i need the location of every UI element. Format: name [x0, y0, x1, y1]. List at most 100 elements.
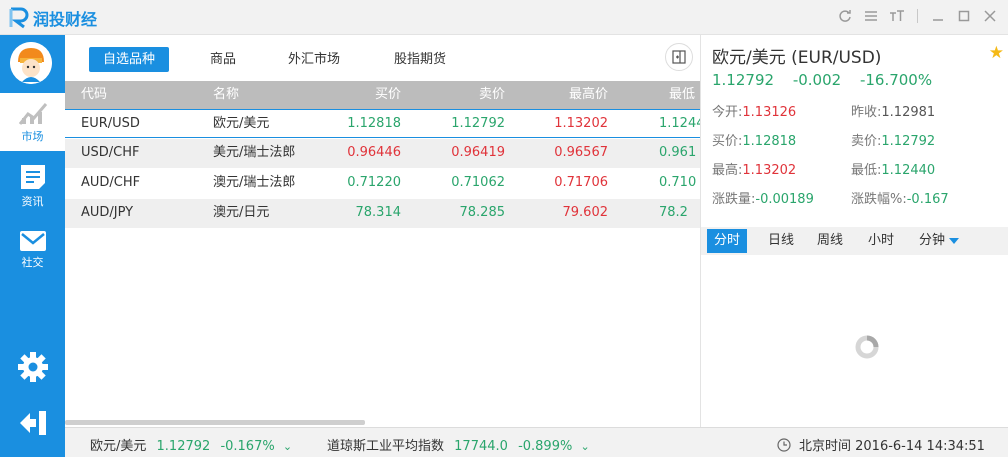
sidebar-item-label: 社交: [21, 256, 44, 269]
cell-low: 0.961: [659, 145, 697, 160]
cell-code: EUR/USD: [81, 116, 140, 131]
exit-button[interactable]: [0, 409, 65, 437]
column-header-high[interactable]: 最高价: [532, 81, 608, 109]
status-bar: 欧元/美元 1.12792 -0.167% ⌄ 道琼斯工业平均指数 17744.…: [65, 427, 1008, 457]
table-row[interactable]: AUD/CHF 澳元/瑞士法郎 0.71220 0.71062 0.71706 …: [65, 169, 700, 198]
refresh-icon[interactable]: [835, 6, 855, 26]
stat-label: 最高:: [712, 163, 743, 178]
quotes-table: 代码 名称 买价 卖价 最高价 最低 EUR/USD 欧元/美元 1.12818…: [65, 81, 700, 424]
column-header-ask[interactable]: 卖价: [429, 81, 505, 109]
avatar[interactable]: [10, 42, 52, 84]
settings-button[interactable]: [0, 351, 65, 383]
cell-bid: 1.12818: [347, 116, 401, 131]
cell-code: USD/CHF: [81, 145, 140, 160]
stat-value: 1.12440: [881, 163, 936, 178]
gear-icon: [17, 352, 48, 382]
ticker-price: 1.12792: [156, 439, 211, 454]
cell-ask: 0.71062: [451, 175, 505, 190]
loading-spinner-icon: [855, 335, 879, 359]
panel-change: -0.002: [792, 71, 842, 89]
exit-icon: [19, 411, 46, 435]
column-header-name[interactable]: 名称: [213, 81, 239, 109]
tab-index-futures[interactable]: 股指期货: [380, 47, 460, 72]
cell-high: 0.96567: [554, 145, 608, 160]
app-logo: 润投财经: [8, 6, 97, 30]
cell-code: AUD/CHF: [81, 175, 141, 190]
clock-text: 北京时间 2016-6-14 14:34:51: [799, 439, 985, 454]
chevron-down-icon: ⌄: [282, 440, 293, 453]
ticker-name: 欧元/美元: [90, 439, 147, 454]
tab-weekly[interactable]: 周线: [810, 229, 850, 253]
cell-name: 美元/瑞士法郎: [213, 145, 296, 160]
close-icon[interactable]: [980, 6, 1000, 26]
table-header: 代码 名称 买价 卖价 最高价 最低: [65, 81, 700, 109]
divider: [917, 9, 918, 23]
tab-hourly[interactable]: 小时: [861, 229, 901, 253]
caret-down-icon: [949, 237, 960, 244]
column-header-bid[interactable]: 买价: [325, 81, 401, 109]
stat-ask: 卖价:1.12792: [851, 130, 935, 149]
cell-name: 澳元/日元: [213, 205, 270, 220]
stat-change-pct: 涨跌幅%:-0.167: [851, 188, 949, 207]
table-row[interactable]: USD/CHF 美元/瑞士法郎 0.96446 0.96419 0.96567 …: [65, 139, 700, 168]
stat-value: -0.167: [906, 192, 949, 207]
cell-name: 澳元/瑞士法郎: [213, 175, 296, 190]
panel-toggle-icon: [672, 50, 686, 64]
maximize-icon[interactable]: [954, 6, 974, 26]
brand-name-part1: 润投: [33, 10, 66, 29]
tab-daily[interactable]: 日线: [761, 229, 801, 253]
minimize-icon[interactable]: [928, 6, 948, 26]
timeframe-tabs: 分时 日线 周线 小时 分钟: [701, 227, 1008, 255]
cell-high: 0.71706: [554, 175, 608, 190]
ticker-name: 道琼斯工业平均指数: [327, 439, 445, 454]
cell-name: 欧元/美元: [213, 116, 270, 131]
stat-label: 最低:: [851, 163, 882, 178]
detail-panel: 欧元/美元 (EUR/USD) ★ 1.12792 -0.002 -16.700…: [700, 35, 1008, 427]
tab-intraday[interactable]: 分时: [707, 229, 748, 253]
panel-price: 1.12792: [712, 71, 775, 89]
stat-value: 1.12792: [881, 134, 936, 149]
panel-change-pct: -16.700%: [859, 71, 933, 89]
stat-label: 买价:: [712, 134, 743, 149]
app-brand: 润投财经: [33, 6, 97, 30]
avatar-icon: [10, 42, 52, 84]
stat-open: 今开:1.13126: [712, 101, 796, 120]
title-bar: 润投财经: [0, 0, 1008, 35]
clock: 北京时间 2016-6-14 14:34:51: [777, 435, 985, 454]
sidebar-item-market[interactable]: 市场: [0, 93, 65, 151]
table-row[interactable]: EUR/USD 欧元/美元 1.12818 1.12792 1.13202 1.…: [65, 109, 700, 138]
sidebar-item-label: 资讯: [21, 195, 44, 208]
panel-quote: 1.12792 -0.002 -16.700%: [712, 71, 946, 89]
chart-icon: [18, 103, 47, 125]
table-row[interactable]: AUD/JPY 澳元/日元 78.314 78.285 79.602 78.2: [65, 199, 700, 228]
sidebar-item-social[interactable]: 社交: [0, 221, 65, 279]
star-icon[interactable]: ★: [989, 43, 1004, 63]
panel-toggle-button[interactable]: [665, 43, 693, 71]
cell-bid: 78.314: [355, 205, 402, 220]
cell-ask: 78.285: [459, 205, 506, 220]
tab-forex[interactable]: 外汇市场: [274, 47, 354, 72]
column-header-code[interactable]: 代码: [81, 81, 107, 109]
cell-ask: 1.12792: [451, 116, 505, 131]
ticker-djia[interactable]: 道琼斯工业平均指数 17744.0 -0.899% ⌄: [327, 435, 590, 454]
ticker-eurusd[interactable]: 欧元/美元 1.12792 -0.167% ⌄: [90, 435, 292, 454]
column-header-low[interactable]: 最低: [669, 81, 695, 109]
brand-name-part2: 财经: [65, 10, 98, 29]
tab-minute[interactable]: 分钟: [912, 229, 966, 253]
stat-label: 卖价:: [851, 134, 882, 149]
horizontal-scrollbar[interactable]: [65, 420, 365, 425]
tab-watchlist[interactable]: 自选品种: [89, 47, 170, 72]
tab-commodities[interactable]: 商品: [196, 47, 250, 72]
cell-bid: 0.96446: [347, 145, 401, 160]
sidebar: 市场 资讯 社交: [0, 35, 65, 457]
stat-prev-close: 昨收:1.12981: [851, 101, 935, 120]
cell-low: 0.710: [659, 175, 697, 190]
cell-high: 79.602: [562, 205, 609, 220]
stat-value: 1.12818: [742, 134, 797, 149]
sidebar-item-news[interactable]: 资讯: [0, 157, 65, 215]
list-icon[interactable]: [861, 6, 881, 26]
font-size-icon[interactable]: [887, 6, 907, 26]
stat-label: 涨跌量:: [712, 192, 756, 207]
cell-bid: 0.71220: [347, 175, 401, 190]
cell-code: AUD/JPY: [81, 205, 134, 220]
